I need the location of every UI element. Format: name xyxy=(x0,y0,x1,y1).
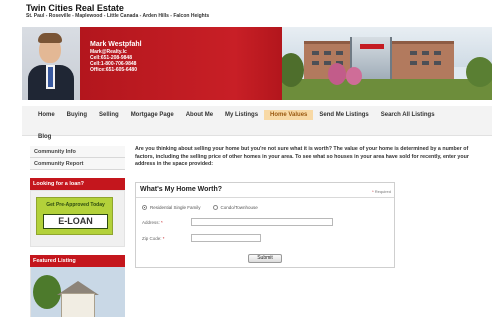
eloan-badge[interactable]: Get Pre-Approved Today E-LOAN xyxy=(36,197,113,235)
submit-button[interactable]: Submit xyxy=(248,254,282,263)
main-content: Are you thinking about selling your home… xyxy=(135,146,492,268)
radio-residential-label[interactable]: Residential Single Family xyxy=(150,205,201,210)
site-subtitle: St. Paul - Roseville - Maplewood - Littl… xyxy=(26,13,210,19)
sidebar-link-community-info[interactable]: Community Info xyxy=(30,146,125,158)
intro-text: Are you thinking about selling your home… xyxy=(135,146,469,167)
featured-listing-photo[interactable] xyxy=(30,267,125,317)
nav-row: Home Buying Selling Mortgage Page About … xyxy=(32,110,441,120)
radio-condo-label[interactable]: Condo/Townhouse xyxy=(221,205,258,210)
featured-listing-heading: Featured Listing xyxy=(30,255,125,267)
nav-item-mortgage-page[interactable]: Mortgage Page xyxy=(125,110,180,120)
agent-contact-panel: Mark Westpfahl Mark@Realty.lc Cell:651-2… xyxy=(80,27,302,100)
agent-photo xyxy=(22,27,80,100)
main-nav: Home Buying Selling Mortgage Page About … xyxy=(22,106,492,140)
agent-name: Mark Westpfahl xyxy=(90,41,142,48)
banner: Mark Westpfahl Mark@Realty.lc Cell:651-2… xyxy=(22,27,492,100)
nav-item-selling[interactable]: Selling xyxy=(93,110,125,120)
address-input[interactable] xyxy=(191,218,333,226)
address-label: Address: * xyxy=(142,220,163,225)
nav-item-about-me[interactable]: About Me xyxy=(180,110,219,120)
nav-item-home[interactable]: Home xyxy=(32,110,61,120)
sidebar-link-community-report[interactable]: Community Report xyxy=(30,158,125,170)
radio-condo[interactable] xyxy=(212,205,218,210)
site-header: Twin Cities Real Estate St. Paul - Rosev… xyxy=(0,0,492,27)
nav-item-my-listings[interactable]: My Listings xyxy=(219,110,264,120)
agent-office: Office:651-605-6480 xyxy=(90,67,137,73)
site-title[interactable]: Twin Cities Real Estate xyxy=(26,3,124,13)
nav-item-home-values[interactable]: Home Values xyxy=(264,110,314,120)
nav-item-search-all-listings[interactable]: Search All Listings xyxy=(375,110,441,120)
eloan-tagline: Get Pre-Approved Today xyxy=(46,202,105,208)
zip-code-input[interactable] xyxy=(191,234,261,242)
home-worth-form: What's My Home Worth? * Required Residen… xyxy=(135,182,395,268)
required-note: * Required xyxy=(372,189,391,194)
form-divider xyxy=(136,197,394,198)
radio-residential[interactable] xyxy=(142,205,147,210)
eloan-ad[interactable]: Get Pre-Approved Today E-LOAN xyxy=(30,190,125,247)
zip-label: Zip Code: * xyxy=(142,236,165,241)
nav-item-send-me-listings[interactable]: Send Me Listings xyxy=(313,110,374,120)
office-building-photo xyxy=(282,27,492,100)
loan-heading: Looking for a loan? xyxy=(30,178,125,190)
eloan-logo: E-LOAN xyxy=(43,214,108,229)
nav-item-blog[interactable]: Blog xyxy=(32,134,57,140)
form-title: What's My Home Worth? xyxy=(140,186,223,193)
property-type-group: Residential Single Family Condo/Townhous… xyxy=(142,205,270,210)
sidebar: Community Info Community Report Looking … xyxy=(30,146,125,317)
nav-item-buying[interactable]: Buying xyxy=(61,110,93,120)
